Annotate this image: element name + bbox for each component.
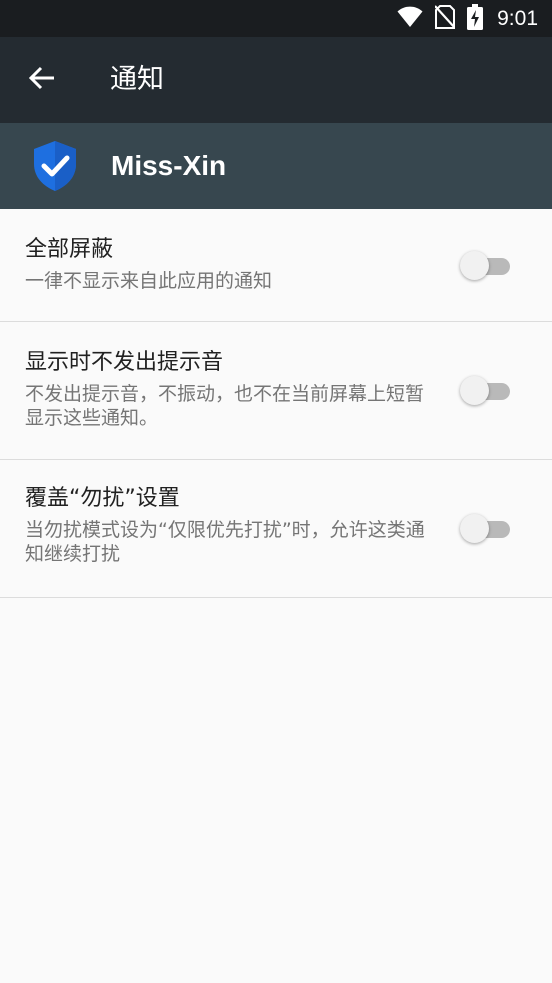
setting-silent[interactable]: 显示时不发出提示音 不发出提示音，不振动，也不在当前屏幕上短暂显示这些通知。 [0,322,552,460]
switch-thumb [460,376,489,405]
no-sim-icon [434,4,456,33]
toolbar: 通知 [0,37,552,123]
silent-switch[interactable] [458,374,514,406]
settings-list: 全部屏蔽 一律不显示来自此应用的通知 显示时不发出提示音 不发出提示音，不振动，… [0,209,552,598]
status-icons: 9:01 [397,0,538,37]
app-header: Miss-Xin [0,123,552,209]
battery-charging-icon [467,3,484,34]
wifi-icon [397,6,423,32]
status-time: 9:01 [497,6,538,30]
shield-check-icon [32,140,78,192]
arrow-left-icon [28,66,55,94]
switch-thumb [460,514,489,543]
setting-summary: 一律不显示来自此应用的通知 [25,270,273,292]
page-title: 通知 [110,64,164,95]
setting-title: 覆盖“勿扰”设置 [25,486,180,511]
back-button[interactable] [18,56,66,104]
status-bar: 9:01 [0,0,552,37]
setting-block-all[interactable]: 全部屏蔽 一律不显示来自此应用的通知 [0,209,552,322]
block-all-switch[interactable] [458,249,514,281]
switch-thumb [460,251,489,280]
override-dnd-switch[interactable] [458,512,514,544]
setting-override-dnd[interactable]: 覆盖“勿扰”设置 当勿扰模式设为“仅限优先打扰”时，允许这类通知继续打扰 [0,460,552,598]
setting-summary: 当勿扰模式设为“仅限优先打扰”时，允许这类通知继续打扰 [25,519,425,565]
setting-summary: 不发出提示音，不振动，也不在当前屏幕上短暂显示这些通知。 [25,383,425,429]
setting-title: 显示时不发出提示音 [25,350,224,375]
setting-title: 全部屏蔽 [25,237,114,262]
app-name: Miss-Xin [111,150,227,181]
